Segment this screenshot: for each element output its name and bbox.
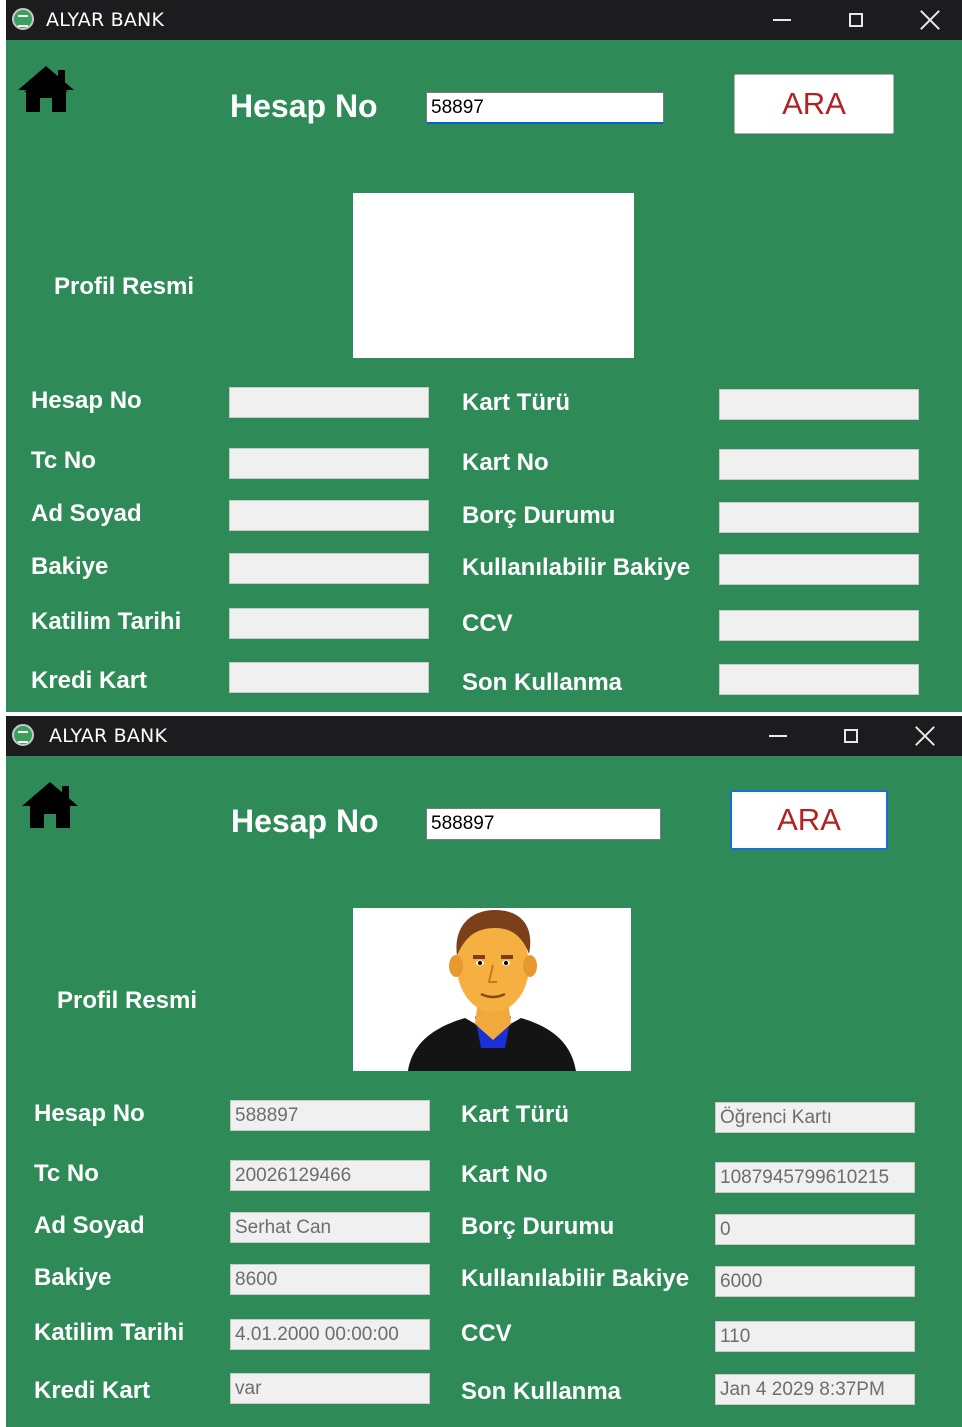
debt-status-label: Borç Durumu bbox=[461, 1213, 615, 1240]
account-no-label: Hesap No bbox=[34, 1100, 145, 1127]
close-button[interactable] bbox=[900, 0, 960, 40]
available-balance-field[interactable] bbox=[719, 554, 919, 585]
minimize-icon bbox=[773, 19, 791, 21]
card-no-field[interactable] bbox=[719, 449, 919, 480]
window-title: ALYAR BANK bbox=[46, 9, 165, 31]
credit-card-label: Kredi Kart bbox=[34, 1377, 151, 1404]
account-no-label: Hesap No bbox=[31, 387, 142, 414]
credit-card-label: Kredi Kart bbox=[31, 667, 148, 694]
name-label: Ad Soyad bbox=[31, 500, 142, 527]
debt-status-label: Borç Durumu bbox=[462, 502, 616, 529]
maximize-button[interactable] bbox=[826, 0, 886, 40]
join-date-field[interactable]: 4.01.2000 00:00:00 bbox=[230, 1319, 430, 1350]
tc-no-field[interactable] bbox=[229, 448, 429, 479]
available-balance-field[interactable]: 6000 bbox=[715, 1266, 915, 1297]
balance-field[interactable]: 8600 bbox=[230, 1264, 430, 1295]
profile-photo bbox=[353, 193, 634, 358]
name-label: Ad Soyad bbox=[34, 1212, 145, 1239]
join-date-label: Katilim Tarihi bbox=[31, 608, 182, 635]
expiry-label: Son Kullanma bbox=[461, 1378, 622, 1405]
app-window-empty: ALYAR BANK Hesap No ARA Profil Resmi Hes… bbox=[6, 0, 962, 712]
account-no-field[interactable] bbox=[229, 387, 429, 418]
expiry-field[interactable]: Jan 4 2029 8:37PM bbox=[715, 1374, 915, 1405]
search-button[interactable]: ARA bbox=[730, 790, 888, 850]
title-bar[interactable]: ALYAR BANK bbox=[6, 716, 962, 756]
card-type-field[interactable] bbox=[719, 389, 919, 420]
debt-status-field[interactable]: 0 bbox=[715, 1214, 915, 1245]
home-icon[interactable] bbox=[16, 64, 76, 114]
balance-label: Bakiye bbox=[34, 1264, 112, 1291]
minimize-button[interactable] bbox=[752, 0, 812, 40]
name-field[interactable]: Serhat Can bbox=[230, 1212, 430, 1243]
ccv-label: CCV bbox=[461, 1320, 512, 1347]
search-button[interactable]: ARA bbox=[734, 74, 894, 134]
card-type-label: Kart Türü bbox=[461, 1101, 569, 1128]
profile-photo-label: Profil Resmi bbox=[57, 987, 198, 1014]
profile-photo bbox=[353, 908, 631, 1071]
account-search-input[interactable] bbox=[426, 92, 664, 124]
card-type-field[interactable]: Öğrenci Kartı bbox=[715, 1102, 915, 1133]
available-balance-label: Kullanılabilir Bakiye bbox=[461, 1265, 690, 1292]
balance-label: Bakiye bbox=[31, 553, 109, 580]
ccv-field[interactable] bbox=[719, 610, 919, 641]
title-bar[interactable]: ALYAR BANK bbox=[6, 0, 962, 40]
tc-no-field[interactable]: 20026129466 bbox=[230, 1160, 430, 1191]
card-type-label: Kart Türü bbox=[462, 389, 570, 416]
card-no-label: Kart No bbox=[462, 449, 549, 476]
balance-field[interactable] bbox=[229, 553, 429, 584]
bank-logo-icon bbox=[12, 724, 34, 746]
window-title: ALYAR BANK bbox=[49, 725, 168, 747]
minimize-button[interactable] bbox=[748, 716, 808, 756]
join-date-field[interactable] bbox=[229, 608, 429, 639]
debt-status-field[interactable] bbox=[719, 502, 919, 533]
close-icon bbox=[920, 10, 940, 30]
close-icon bbox=[915, 726, 935, 746]
credit-card-field[interactable]: var bbox=[230, 1373, 430, 1404]
search-label: Hesap No bbox=[230, 88, 378, 124]
join-date-label: Katilim Tarihi bbox=[34, 1319, 185, 1346]
ccv-label: CCV bbox=[462, 610, 513, 637]
minimize-icon bbox=[769, 735, 787, 737]
name-field[interactable] bbox=[229, 500, 429, 531]
maximize-icon bbox=[844, 729, 858, 743]
search-label: Hesap No bbox=[231, 803, 379, 839]
maximize-icon bbox=[849, 13, 863, 27]
card-no-label: Kart No bbox=[461, 1161, 548, 1188]
credit-card-field[interactable] bbox=[229, 662, 429, 693]
card-no-field[interactable]: 1087945799610215 bbox=[715, 1162, 915, 1193]
tc-no-label: Tc No bbox=[31, 447, 96, 474]
profile-photo-label: Profil Resmi bbox=[54, 273, 195, 300]
available-balance-label: Kullanılabilir Bakiye bbox=[462, 554, 691, 581]
expiry-label: Son Kullanma bbox=[462, 669, 623, 696]
maximize-button[interactable] bbox=[821, 716, 881, 756]
bank-logo-icon bbox=[12, 8, 34, 30]
close-button[interactable] bbox=[895, 716, 955, 756]
ccv-field[interactable]: 110 bbox=[715, 1321, 915, 1352]
account-no-field[interactable]: 588897 bbox=[230, 1100, 430, 1131]
expiry-field[interactable] bbox=[719, 664, 919, 695]
home-icon[interactable] bbox=[20, 780, 80, 830]
avatar bbox=[408, 910, 576, 1071]
tc-no-label: Tc No bbox=[34, 1160, 99, 1187]
app-window-filled: ALYAR BANK Hesap No ARA Profil Resmi bbox=[6, 716, 962, 1427]
account-search-input[interactable] bbox=[426, 808, 661, 840]
